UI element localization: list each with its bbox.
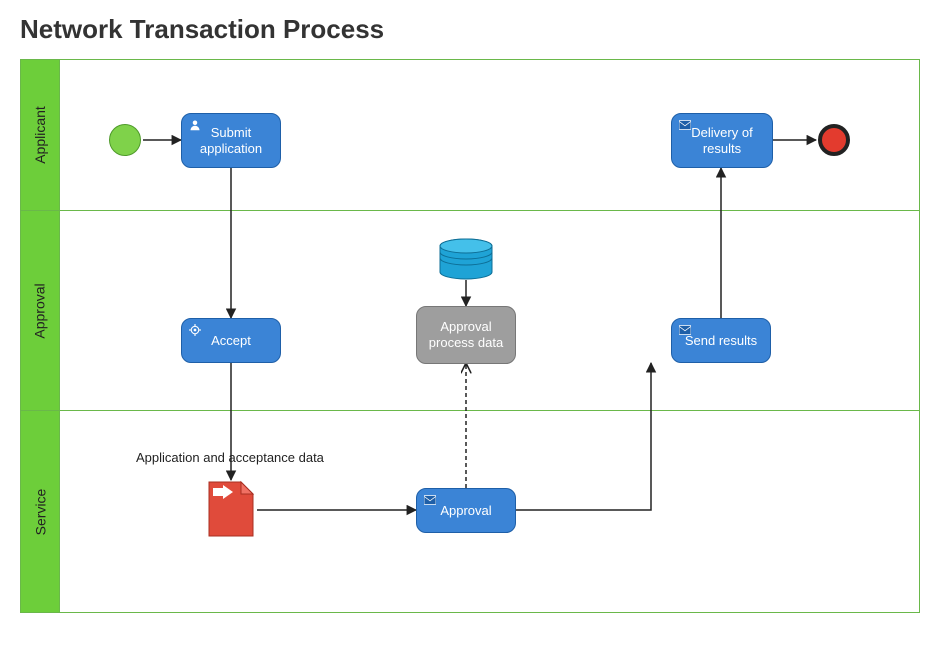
lane-applicant: Applicant bbox=[21, 60, 919, 210]
lane-header-applicant: Applicant bbox=[21, 60, 60, 210]
envelope-icon bbox=[678, 118, 692, 132]
task-label: Send results bbox=[685, 333, 757, 349]
lane-label: Service bbox=[32, 488, 48, 535]
envelope-icon bbox=[678, 323, 692, 337]
page-title: Network Transaction Process bbox=[20, 14, 917, 45]
document-send-icon bbox=[207, 480, 255, 538]
data-object-label: Application and acceptance data bbox=[136, 450, 324, 465]
task-label: Approval process data bbox=[425, 319, 507, 350]
gear-icon bbox=[188, 323, 202, 337]
user-icon bbox=[188, 118, 202, 132]
lane-label: Applicant bbox=[32, 106, 48, 164]
pool: Applicant Approval Service bbox=[20, 59, 920, 613]
task-approval-process-data: Approval process data bbox=[416, 306, 516, 364]
task-label: Accept bbox=[211, 333, 251, 349]
task-submit-application: Submit application bbox=[181, 113, 281, 168]
task-accept: Accept bbox=[181, 318, 281, 363]
lane-label: Approval bbox=[32, 283, 48, 338]
data-store-icon bbox=[438, 238, 494, 280]
task-label: Submit application bbox=[190, 125, 272, 156]
end-event bbox=[818, 124, 850, 156]
lane-header-approval: Approval bbox=[21, 211, 60, 410]
task-send-results: Send results bbox=[671, 318, 771, 363]
task-approval: Approval bbox=[416, 488, 516, 533]
start-event bbox=[109, 124, 141, 156]
task-label: Delivery of results bbox=[680, 125, 764, 156]
lane-header-service: Service bbox=[21, 411, 60, 612]
task-delivery-of-results: Delivery of results bbox=[671, 113, 773, 168]
task-label: Approval bbox=[440, 503, 491, 519]
envelope-icon bbox=[423, 493, 437, 507]
